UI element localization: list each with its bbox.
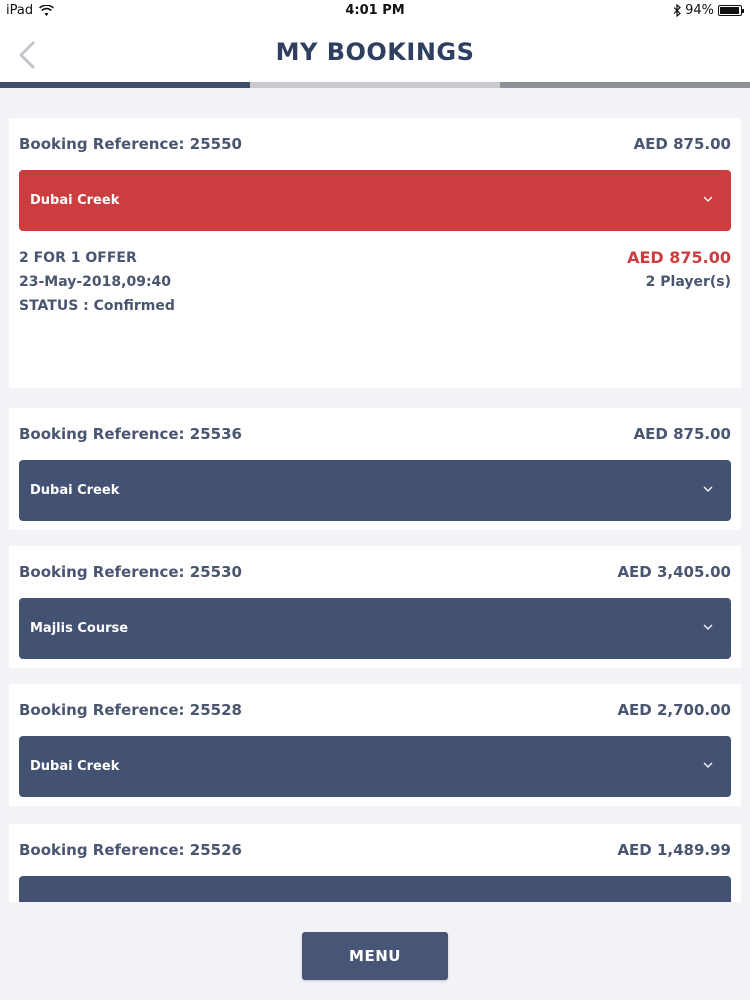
booking-card: Booking Reference: 25528 AED 2,700.00 Du… [9, 684, 741, 806]
offer-label: 2 FOR 1 OFFER [19, 250, 137, 266]
chevron-down-icon [703, 486, 713, 492]
course-name: Dubai Creek [30, 483, 120, 498]
booking-card: Booking Reference: 25550 AED 875.00 Duba… [9, 118, 741, 388]
battery-percent: 94% [685, 3, 714, 18]
booking-reference: Booking Reference: 25550 [19, 135, 242, 153]
booking-reference: Booking Reference: 25530 [19, 563, 242, 581]
booking-details-left: 2 FOR 1 OFFER 23-May-2018,09:40 STATUS :… [19, 246, 175, 318]
booking-header: Booking Reference: 25528 AED 2,700.00 [19, 701, 731, 719]
booking-price: AED 875.00 [633, 135, 731, 153]
status-bar: iPad 4:01 PM 94% [0, 0, 750, 22]
status-right: 94% [673, 3, 744, 18]
progress-segment-2 [250, 82, 500, 88]
booking-reference: Booking Reference: 25526 [19, 841, 242, 859]
page-title: MY BOOKINGS [275, 38, 475, 66]
course-name: Dubai Creek [30, 759, 120, 774]
booking-datetime: 23-May-2018,09:40 [19, 274, 172, 290]
booking-status: STATUS : Confirmed [19, 298, 175, 314]
booking-card: Booking Reference: 25536 AED 875.00 Duba… [9, 408, 741, 530]
battery-icon [718, 5, 744, 16]
booking-reference: Booking Reference: 25536 [19, 425, 242, 443]
progress-indicator [0, 82, 750, 88]
course-dropdown[interactable]: Majlis Course [19, 598, 731, 659]
booking-total: AED 875.00 [627, 248, 731, 267]
chevron-down-icon [703, 624, 713, 630]
progress-segment-1 [0, 82, 250, 88]
booking-details-right: AED 875.00 2 Player(s) [627, 246, 731, 294]
clock: 4:01 PM [345, 3, 405, 18]
bookings-list[interactable]: Booking Reference: 25550 AED 875.00 Duba… [0, 100, 750, 902]
booking-header: Booking Reference: 25530 AED 3,405.00 [19, 563, 731, 581]
course-dropdown[interactable]: Dubai Creek [19, 460, 731, 521]
booking-price: AED 2,700.00 [617, 701, 731, 719]
course-dropdown[interactable]: Dubai Creek [19, 736, 731, 797]
course-name: Dubai Creek [30, 193, 120, 208]
booking-price: AED 875.00 [633, 425, 731, 443]
booking-header: Booking Reference: 25550 AED 875.00 [19, 135, 731, 153]
booking-card: Booking Reference: 25530 AED 3,405.00 Ma… [9, 546, 741, 668]
navigation-bar: MY BOOKINGS [0, 22, 750, 82]
menu-button[interactable]: MENU [302, 932, 448, 980]
course-name: Majlis Course [30, 621, 129, 636]
bluetooth-icon [673, 4, 681, 17]
course-dropdown[interactable] [19, 876, 731, 902]
chevron-down-icon [703, 762, 713, 768]
chevron-down-icon [703, 196, 713, 202]
booking-reference: Booking Reference: 25528 [19, 701, 242, 719]
booking-price: AED 1,489.99 [617, 841, 731, 859]
course-dropdown[interactable]: Dubai Creek [19, 170, 731, 231]
booking-header: Booking Reference: 25536 AED 875.00 [19, 425, 731, 443]
booking-header: Booking Reference: 25526 AED 1,489.99 [19, 841, 731, 859]
booking-card: Booking Reference: 25526 AED 1,489.99 [9, 824, 741, 902]
player-count: 2 Player(s) [645, 274, 731, 290]
progress-segment-3 [500, 82, 750, 88]
booking-price: AED 3,405.00 [617, 563, 731, 581]
